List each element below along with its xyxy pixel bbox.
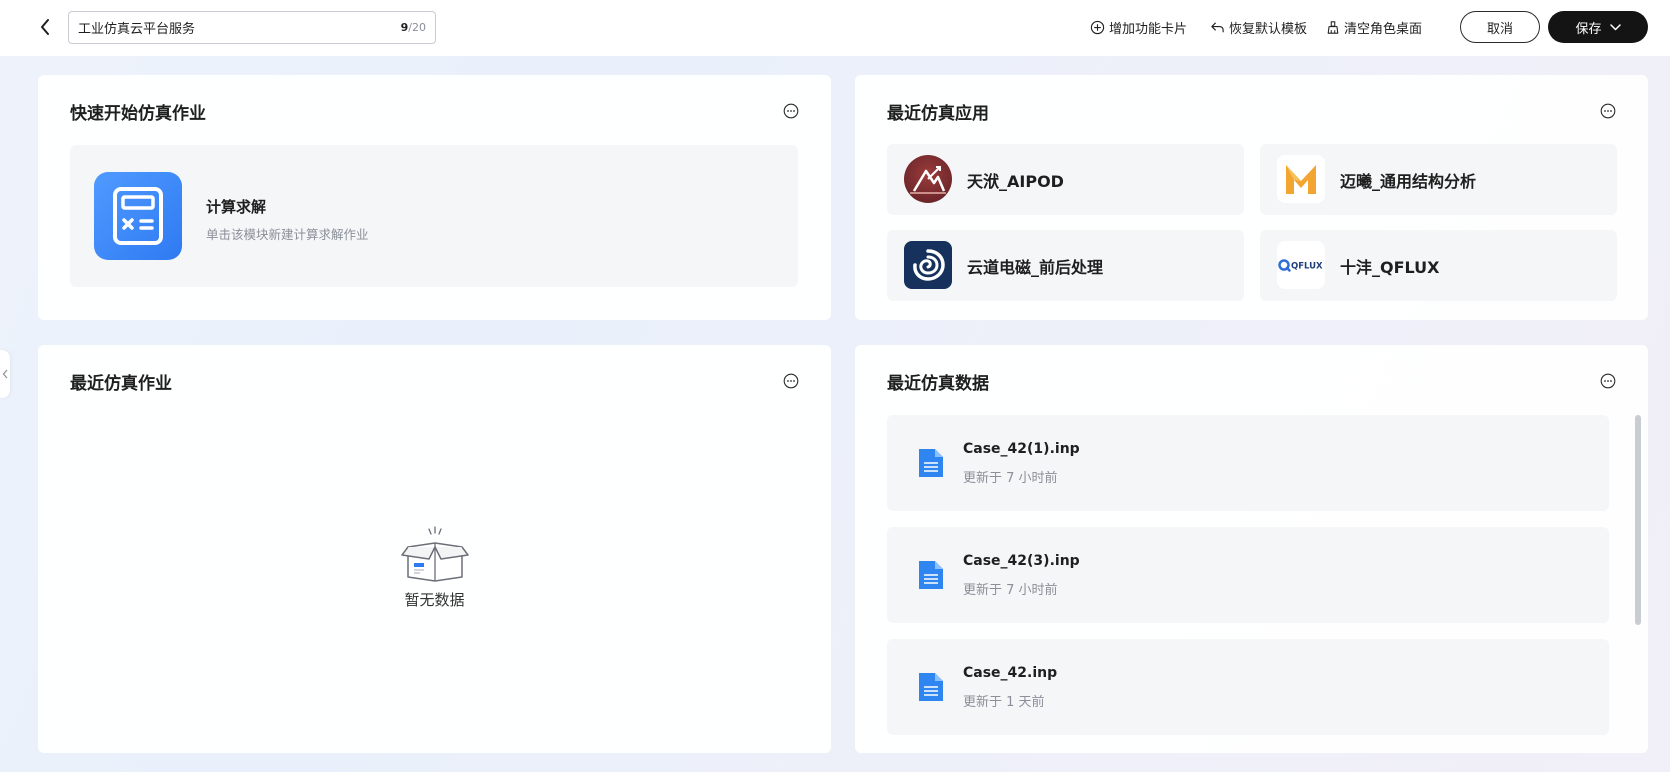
aipod-logo-icon (904, 155, 952, 203)
scrollbar[interactable] (1635, 415, 1641, 725)
plus-circle-icon (1090, 20, 1105, 34)
file-updated-time: 更新于 7 小时前 (963, 471, 1058, 486)
more-options-button[interactable] (1600, 103, 1616, 119)
yundao-logo-icon (904, 241, 952, 289)
more-horizontal-icon (1600, 103, 1616, 119)
document-icon (919, 561, 943, 589)
restore-template-label: 恢复默认模板 (1229, 21, 1308, 37)
document-icon (919, 673, 943, 701)
clear-desktop-label: 清空角色桌面 (1344, 21, 1423, 37)
data-list-item[interactable]: Case_42(3).inp 更新于 7 小时前 (887, 527, 1609, 623)
add-card-label: 增加功能卡片 (1109, 21, 1188, 37)
chevron-left-icon (2, 369, 8, 379)
document-icon (919, 449, 943, 477)
qflux-logo-icon: QFLUX (1277, 241, 1325, 289)
chevron-down-icon[interactable] (1609, 23, 1621, 31)
app-tile-yundao[interactable]: 云道电磁_前后处理 (887, 230, 1244, 301)
data-list-item[interactable]: Case_42.inp 更新于 1 天前 (887, 639, 1609, 735)
save-button-label: 保存 (1575, 21, 1602, 37)
app-name: 迈曦_通用结构分析 (1340, 172, 1477, 191)
app-name: 十沣_QFLUX (1340, 258, 1440, 277)
file-name: Case_42.inp (963, 665, 1058, 681)
clear-desktop-button[interactable]: 清空角色桌面 (1326, 17, 1422, 37)
data-list: Case_42(1).inp 更新于 7 小时前 Case_42(3).inp … (887, 415, 1609, 751)
sidebar-toggle[interactable] (0, 350, 10, 398)
top-bar: 9/20 增加功能卡片 恢复默认模板 清空角色桌面 取消 保存 (0, 0, 1670, 56)
more-horizontal-icon (783, 373, 799, 389)
quick-start-item-name: 计算求解 (206, 198, 267, 216)
quick-start-card: 快速开始仿真作业 计算求解 单击该模块新建计算求解作业 (38, 75, 831, 320)
card-title: 最近仿真作业 (70, 374, 172, 394)
file-name: Case_42(3).inp (963, 553, 1080, 569)
empty-state: 暂无数据 (38, 525, 831, 610)
app-tile-aipod[interactable]: 天洑_AIPOD (887, 144, 1244, 215)
file-updated-time: 更新于 7 小时前 (963, 583, 1058, 598)
maixi-logo-icon (1277, 155, 1325, 203)
more-options-button[interactable] (1600, 373, 1616, 389)
qflux-logo-text: QFLUX (1291, 262, 1323, 272)
file-updated-time: 更新于 1 天前 (963, 695, 1045, 710)
quick-start-item-solve[interactable]: 计算求解 单击该模块新建计算求解作业 (70, 145, 798, 287)
char-counter: 9/20 (401, 21, 426, 34)
recent-data-card: 最近仿真数据 Case_42(1).inp 更新于 7 小时前 Case_42(… (855, 345, 1648, 753)
add-card-button[interactable]: 增加功能卡片 (1090, 17, 1187, 37)
app-tile-qflux[interactable]: QFLUX 十沣_QFLUX (1260, 230, 1617, 301)
card-title: 最近仿真数据 (887, 374, 989, 394)
save-button[interactable]: 保存 (1548, 11, 1648, 43)
app-name: 天洑_AIPOD (967, 172, 1064, 191)
recent-jobs-card: 最近仿真作业 暂无数据 (38, 345, 831, 753)
restore-template-button[interactable]: 恢复默认模板 (1210, 17, 1307, 37)
data-list-item[interactable]: Case_42(1).inp 更新于 7 小时前 (887, 415, 1609, 511)
char-counter-max: /20 (408, 21, 426, 34)
chevron-left-icon (41, 19, 49, 35)
more-horizontal-icon (783, 103, 799, 119)
quick-start-item-desc: 单击该模块新建计算求解作业 (206, 227, 369, 242)
card-title: 最近仿真应用 (887, 104, 989, 124)
back-button[interactable] (34, 14, 56, 40)
scrollbar-thumb[interactable] (1635, 415, 1641, 625)
more-horizontal-icon (1600, 373, 1616, 389)
recent-apps-card: 最近仿真应用 天洑_AIPOD 迈曦_通用结构分析 云道电磁_前后处理 QFLU… (855, 75, 1648, 320)
undo-icon (1211, 21, 1224, 32)
more-options-button[interactable] (783, 373, 799, 389)
app-tile-maixi[interactable]: 迈曦_通用结构分析 (1260, 144, 1617, 215)
empty-state-text: 暂无数据 (404, 591, 465, 609)
title-input[interactable] (78, 20, 401, 35)
app-name: 云道电磁_前后处理 (967, 258, 1104, 277)
file-name: Case_42(1).inp (963, 441, 1080, 457)
calculator-icon (94, 172, 182, 260)
title-field[interactable]: 9/20 (68, 11, 436, 44)
more-options-button[interactable] (783, 103, 799, 119)
empty-box-icon (400, 526, 469, 582)
card-title: 快速开始仿真作业 (70, 104, 206, 124)
cancel-button[interactable]: 取消 (1460, 11, 1540, 43)
broom-icon (1327, 20, 1339, 34)
